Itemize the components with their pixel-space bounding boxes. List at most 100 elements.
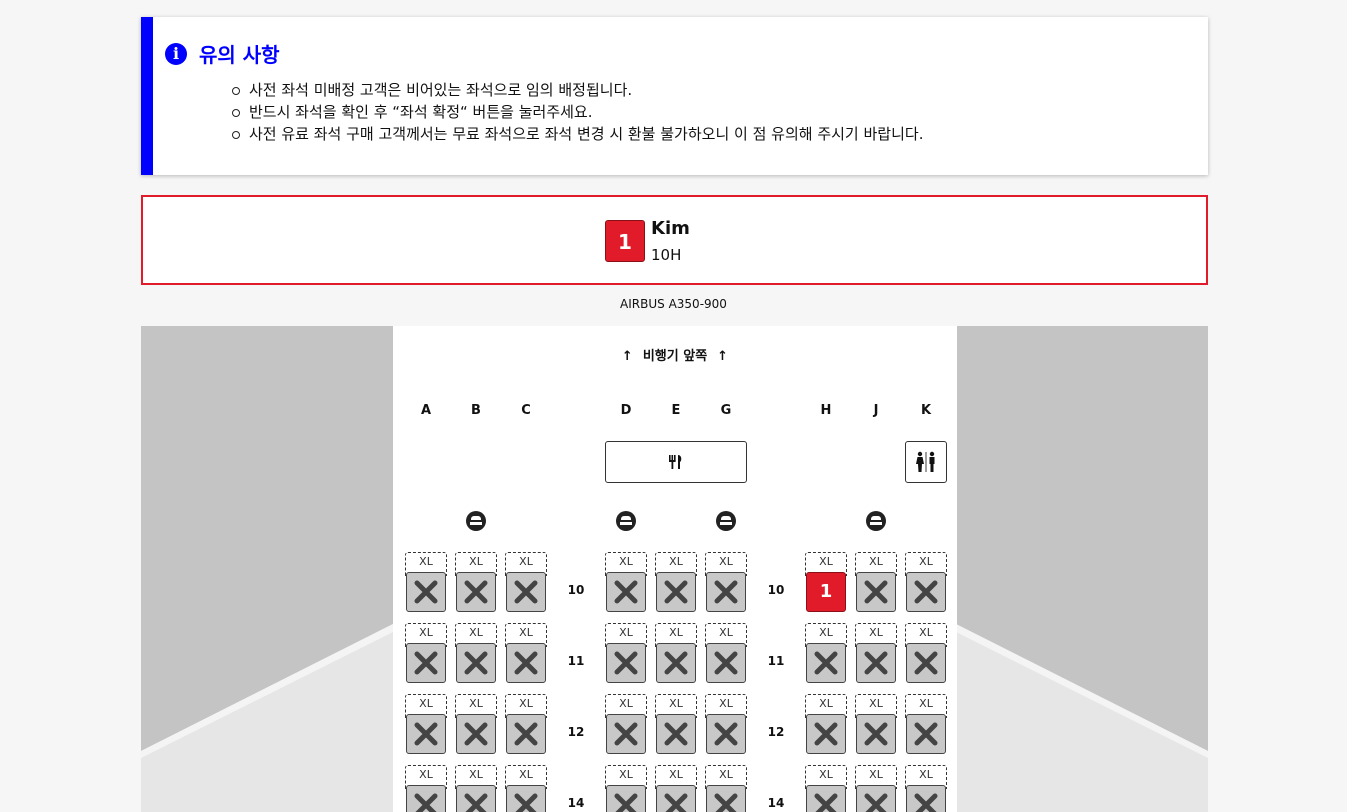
unavailable-seat[interactable] bbox=[806, 785, 846, 812]
seat-10H[interactable]: XL 1 bbox=[805, 552, 847, 612]
unavailable-seat[interactable] bbox=[506, 572, 546, 612]
seat-10K[interactable]: XL bbox=[905, 552, 947, 612]
seat-12D[interactable]: XL bbox=[605, 694, 647, 754]
seat-12J[interactable]: XL bbox=[855, 694, 897, 754]
unavailable-seat[interactable] bbox=[456, 714, 496, 754]
seat-14D[interactable]: XL bbox=[605, 765, 647, 812]
seat-14K[interactable]: XL bbox=[905, 765, 947, 812]
seat-10J[interactable]: XL bbox=[855, 552, 897, 612]
seat-12G[interactable]: XL bbox=[705, 694, 747, 754]
unavailable-seat[interactable] bbox=[456, 785, 496, 812]
row-number: 11 bbox=[567, 654, 585, 668]
passenger-card[interactable]: 1 Kim 10H bbox=[141, 195, 1208, 285]
unavailable-seat[interactable] bbox=[706, 643, 746, 683]
unavailable-seat[interactable] bbox=[856, 714, 896, 754]
seat-11G[interactable]: XL bbox=[705, 623, 747, 683]
unavailable-seat[interactable] bbox=[606, 643, 646, 683]
seat-11C[interactable]: XL bbox=[505, 623, 547, 683]
seat-11B[interactable]: XL bbox=[455, 623, 497, 683]
unavailable-seat[interactable] bbox=[506, 643, 546, 683]
unavailable-seat[interactable] bbox=[906, 572, 946, 612]
unavailable-seat[interactable] bbox=[606, 785, 646, 812]
unavailable-seat[interactable] bbox=[856, 572, 896, 612]
column-letter: H bbox=[820, 403, 832, 418]
unavailable-x-icon bbox=[464, 793, 488, 812]
unavailable-seat[interactable] bbox=[856, 643, 896, 683]
seat-12A[interactable]: XL bbox=[405, 694, 447, 754]
row-number: 10 bbox=[767, 583, 785, 597]
unavailable-seat[interactable] bbox=[406, 643, 446, 683]
unavailable-seat[interactable] bbox=[406, 714, 446, 754]
unavailable-seat[interactable] bbox=[606, 572, 646, 612]
column-letter: G bbox=[720, 403, 732, 418]
unavailable-seat[interactable] bbox=[456, 572, 496, 612]
row-number: 12 bbox=[567, 725, 585, 739]
unavailable-x-icon bbox=[414, 580, 438, 604]
seat-11J[interactable]: XL bbox=[855, 623, 897, 683]
unavailable-seat[interactable] bbox=[656, 785, 696, 812]
seat-12K[interactable]: XL bbox=[905, 694, 947, 754]
unavailable-seat[interactable] bbox=[506, 714, 546, 754]
unavailable-x-icon bbox=[814, 651, 838, 675]
unavailable-x-icon bbox=[514, 793, 538, 812]
seat-12C[interactable]: XL bbox=[505, 694, 547, 754]
unavailable-seat[interactable] bbox=[906, 785, 946, 812]
unavailable-seat[interactable] bbox=[506, 785, 546, 812]
row-number: 14 bbox=[767, 796, 785, 810]
unavailable-x-icon bbox=[914, 722, 938, 746]
unavailable-seat[interactable] bbox=[456, 643, 496, 683]
unavailable-seat[interactable] bbox=[906, 643, 946, 683]
unavailable-seat[interactable] bbox=[706, 572, 746, 612]
seat-14J[interactable]: XL bbox=[855, 765, 897, 812]
seat-14H[interactable]: XL bbox=[805, 765, 847, 812]
seat-14E[interactable]: XL bbox=[655, 765, 697, 812]
seat-10E[interactable]: XL bbox=[655, 552, 697, 612]
notice-panel: i 유의 사항 사전 좌석 미배정 고객은 비어있는 좌석으로 임의 배정됩니다… bbox=[141, 17, 1208, 175]
unavailable-x-icon bbox=[664, 793, 688, 812]
unavailable-x-icon bbox=[714, 651, 738, 675]
notice-title: 유의 사항 bbox=[199, 43, 280, 67]
right-wing bbox=[956, 624, 1208, 812]
unavailable-seat[interactable] bbox=[406, 572, 446, 612]
seat-10G[interactable]: XL bbox=[705, 552, 747, 612]
bassinet-icon bbox=[466, 511, 486, 531]
unavailable-seat[interactable] bbox=[606, 714, 646, 754]
unavailable-x-icon bbox=[814, 793, 838, 812]
seat-10D[interactable]: XL bbox=[605, 552, 647, 612]
unavailable-seat[interactable] bbox=[656, 572, 696, 612]
seat-10A[interactable]: XL bbox=[405, 552, 447, 612]
seat-11E[interactable]: XL bbox=[655, 623, 697, 683]
unavailable-x-icon bbox=[614, 793, 638, 812]
seat-14C[interactable]: XL bbox=[505, 765, 547, 812]
unavailable-seat[interactable] bbox=[706, 714, 746, 754]
passenger-number-badge: 1 bbox=[605, 220, 645, 262]
unavailable-seat[interactable] bbox=[656, 714, 696, 754]
lavatory bbox=[905, 441, 947, 483]
selected-seat[interactable]: 1 bbox=[806, 572, 846, 612]
unavailable-seat[interactable] bbox=[856, 785, 896, 812]
seat-10B[interactable]: XL bbox=[455, 552, 497, 612]
seat-12H[interactable]: XL bbox=[805, 694, 847, 754]
seat-10C[interactable]: XL bbox=[505, 552, 547, 612]
row-number: 12 bbox=[767, 725, 785, 739]
seat-14G[interactable]: XL bbox=[705, 765, 747, 812]
unavailable-x-icon bbox=[714, 722, 738, 746]
column-letter: A bbox=[420, 403, 432, 418]
unavailable-seat[interactable] bbox=[706, 785, 746, 812]
unavailable-seat[interactable] bbox=[656, 643, 696, 683]
seat-11A[interactable]: XL bbox=[405, 623, 447, 683]
seat-14B[interactable]: XL bbox=[455, 765, 497, 812]
unavailable-seat[interactable] bbox=[406, 785, 446, 812]
seat-12E[interactable]: XL bbox=[655, 694, 697, 754]
seat-12B[interactable]: XL bbox=[455, 694, 497, 754]
seat-11D[interactable]: XL bbox=[605, 623, 647, 683]
notice-item: 사전 유료 좌석 구매 고객께서는 무료 좌석으로 좌석 변경 시 환불 불가하… bbox=[231, 123, 923, 145]
seat-11H[interactable]: XL bbox=[805, 623, 847, 683]
seat-14A[interactable]: XL bbox=[405, 765, 447, 812]
unavailable-seat[interactable] bbox=[806, 714, 846, 754]
arrow-up-icon: ↑ bbox=[621, 349, 633, 364]
unavailable-seat[interactable] bbox=[806, 643, 846, 683]
seat-11K[interactable]: XL bbox=[905, 623, 947, 683]
unavailable-seat[interactable] bbox=[906, 714, 946, 754]
unavailable-x-icon bbox=[514, 722, 538, 746]
